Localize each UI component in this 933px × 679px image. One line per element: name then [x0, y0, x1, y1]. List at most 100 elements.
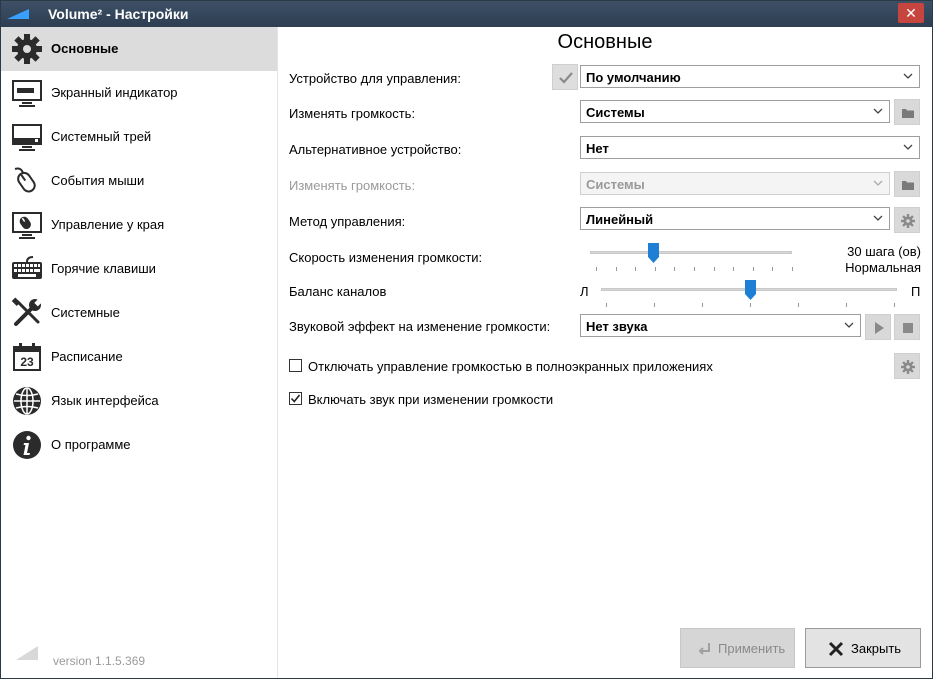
chevron-down-icon [844, 322, 854, 328]
sidebar-item-label: Основные [51, 41, 119, 56]
mouse-icon [14, 167, 36, 193]
sound-play-button[interactable] [865, 314, 891, 340]
sidebar-item-system[interactable]: Системные [1, 291, 277, 335]
window-close-button[interactable]: ✕ [898, 3, 924, 23]
device-select[interactable]: По умолчанию [580, 65, 920, 88]
method-label: Метод управления: [289, 214, 406, 229]
alt-volume-browse-button[interactable] [894, 171, 920, 197]
slider-tick [792, 267, 793, 271]
alt-device-select-value: Нет [586, 141, 609, 156]
sidebar-item-about[interactable]: О программе [1, 423, 277, 467]
sidebar-item-label: О программе [51, 437, 131, 452]
folder-icon [902, 181, 914, 190]
enter-arrow-icon [698, 643, 710, 655]
slider-tick [655, 267, 656, 271]
monitor-tray-icon [12, 124, 42, 151]
calendar-day-number: 23 [20, 355, 34, 369]
volume-browse-button[interactable] [894, 99, 920, 125]
gear-icon [901, 360, 915, 374]
enable-sound-checkbox-label[interactable]: Включать звук при изменении громкости [308, 392, 553, 407]
balance-slider-thumb[interactable] [745, 280, 756, 300]
slider-tick [894, 303, 895, 307]
keyboard-icon [12, 256, 42, 279]
volume-select-value: Системы [586, 105, 645, 120]
alt-device-select[interactable]: Нет [580, 136, 920, 159]
chevron-down-icon [873, 180, 883, 186]
device-select-value: По умолчанию [586, 70, 681, 85]
sidebar-item-label: Горячие клавиши [51, 261, 156, 276]
balance-right-label: П [911, 284, 921, 299]
sidebar-item-language[interactable]: Язык интерфейса [1, 379, 277, 423]
sound-effect-select-value: Нет звука [586, 319, 648, 334]
sidebar-item-tray[interactable]: Системный трей [1, 115, 277, 159]
sidebar: Основные Экранный индикатор Системный тр… [1, 27, 278, 678]
sidebar-item-general[interactable]: Основные [1, 27, 277, 71]
gear-icon [12, 34, 42, 64]
alt-volume-select[interactable]: Системы [580, 172, 890, 195]
volume-label: Изменять громкость: [289, 106, 416, 121]
slider-tick [606, 303, 607, 307]
slider-tick [772, 267, 773, 271]
sidebar-item-hotkeys[interactable]: Горячие клавиши [1, 247, 277, 291]
chevron-down-icon [873, 215, 883, 221]
slider-tick [654, 303, 655, 307]
close-icon [828, 641, 844, 657]
fullscreen-checkbox-label[interactable]: Отключать управление громкостью в полноэ… [308, 359, 713, 374]
method-select[interactable]: Линейный [580, 207, 890, 230]
enable-sound-checkbox[interactable] [289, 392, 302, 405]
speed-label: Скорость изменения громкости: [289, 250, 483, 265]
sidebar-item-screen-edge[interactable]: Управление у края [1, 203, 277, 247]
gear-icon [901, 214, 915, 228]
device-apply-button[interactable] [552, 64, 578, 90]
alt-volume-select-value: Системы [586, 177, 645, 192]
method-select-value: Линейный [586, 212, 654, 227]
balance-label: Баланс каналов [289, 284, 387, 299]
slider-tick [635, 267, 636, 271]
speed-value-steps: 30 шага (ов) [847, 244, 921, 259]
volume-select[interactable]: Системы [580, 100, 890, 123]
app-logo-icon: 2 [16, 646, 38, 660]
chevron-down-icon [903, 144, 913, 150]
method-settings-button[interactable] [894, 207, 920, 233]
sidebar-item-schedule[interactable]: 23 Расписание [1, 335, 277, 379]
globe-icon [13, 387, 41, 415]
sidebar-item-mouse-events[interactable]: События мыши [1, 159, 277, 203]
title-bar[interactable]: Volume² - Настройки ✕ [1, 1, 932, 27]
screen-edge-mouse-icon [12, 212, 42, 239]
slider-tick [753, 267, 754, 271]
sidebar-item-osd[interactable]: Экранный индикатор [1, 71, 277, 115]
settings-panel: Основные Устройство для управления: По у… [278, 27, 932, 678]
version-text: version 1.1.5.369 [53, 654, 146, 668]
apply-button[interactable]: Применить [680, 628, 795, 668]
info-icon [13, 431, 41, 459]
speed-slider-thumb[interactable] [648, 243, 659, 263]
slider-tick [596, 267, 597, 271]
speed-value-name: Нормальная [845, 260, 921, 275]
monitor-indicator-icon [12, 80, 42, 107]
fullscreen-settings-button[interactable] [894, 353, 920, 379]
slider-tick [674, 267, 675, 271]
device-label: Устройство для управления: [289, 71, 461, 86]
speed-slider-track[interactable] [590, 251, 792, 254]
play-icon [875, 322, 884, 334]
slider-tick [616, 267, 617, 271]
sound-stop-button[interactable] [894, 314, 920, 340]
slider-tick [798, 303, 799, 307]
sidebar-item-label: Расписание [51, 349, 123, 364]
fullscreen-checkbox[interactable] [289, 359, 302, 372]
checkmark-icon [290, 394, 301, 403]
folder-icon [902, 109, 914, 118]
sidebar-item-label: Язык интерфейса [51, 393, 159, 408]
alt-device-label: Альтернативное устройство: [289, 142, 462, 157]
close-button[interactable]: Закрыть [805, 628, 921, 668]
sound-effect-select[interactable]: Нет звука [580, 314, 861, 337]
page-title: Основные [557, 31, 653, 53]
slider-tick [750, 303, 751, 307]
check-icon [559, 72, 573, 84]
sidebar-item-label: Экранный индикатор [51, 85, 178, 100]
settings-window: Volume² - Настройки ✕ Основные Экранный … [0, 0, 933, 679]
chevron-down-icon [903, 73, 913, 79]
window-title: Volume² - Настройки [48, 6, 189, 22]
apply-button-label: Применить [718, 641, 786, 656]
app-logo-icon [7, 9, 29, 19]
